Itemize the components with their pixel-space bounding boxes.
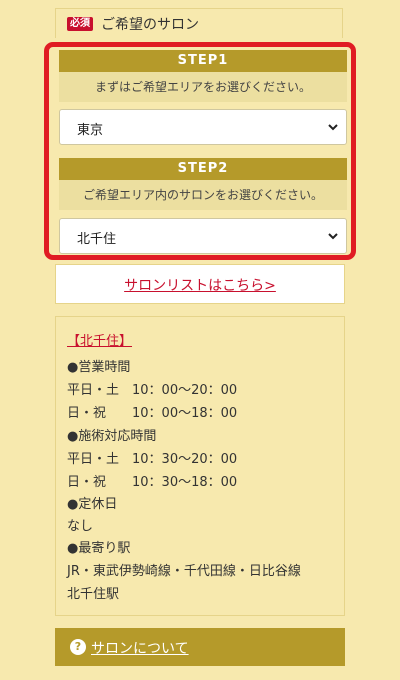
info-line: ●施術対応時間: [67, 429, 157, 444]
area-select[interactable]: 東京: [59, 109, 347, 145]
about-salon-bar[interactable]: ? サロンについて: [55, 628, 345, 666]
salon-select[interactable]: 北千住: [59, 218, 347, 254]
salon-name-title: 【北千住】: [67, 334, 133, 349]
step2-instruction: ご希望エリア内のサロンをお選びください。: [59, 180, 347, 210]
info-line: ●営業時間: [67, 360, 131, 375]
salon-list-link[interactable]: サロンリストはこちら>: [56, 275, 344, 295]
info-line: 日・祝 10：00〜18：00: [67, 406, 238, 421]
step1-instruction: まずはご希望エリアをお選びください。: [59, 72, 347, 102]
info-line: 日・祝 10：30〜18：00: [67, 475, 238, 490]
salon-field-title: ご希望のサロン: [101, 17, 199, 33]
step2-header: STEP2: [59, 158, 347, 180]
salon-header: 必須 ご希望のサロン: [55, 8, 343, 38]
chevron-down-icon: [328, 124, 338, 131]
chevron-down-icon: [328, 233, 338, 240]
question-icon: ?: [70, 639, 86, 655]
salon-list-box: サロンリストはこちら>: [55, 264, 345, 304]
salon-info-panel: 【北千住】 ●営業時間 平日・土 10：00〜20：00 日・祝 10：00〜1…: [55, 316, 345, 616]
info-line: 北千住駅: [67, 587, 120, 602]
salon-selection-highlight: STEP1 まずはご希望エリアをお選びください。 東京 STEP2 ご希望エリア…: [44, 42, 356, 260]
info-line: ●定休日: [67, 497, 118, 512]
about-salon-link[interactable]: サロンについて: [91, 638, 189, 658]
info-line: なし: [67, 519, 94, 534]
info-line: 平日・土 10：30〜20：00: [67, 452, 238, 467]
salon-select-value: 北千住: [77, 232, 117, 247]
info-line: 平日・土 10：00〜20：00: [67, 383, 238, 398]
info-line: JR・東武伊勢崎線・千代田線・日比谷線: [67, 564, 301, 579]
area-select-value: 東京: [77, 123, 104, 138]
required-badge: 必須: [67, 17, 93, 31]
info-line: ●最寄り駅: [67, 541, 131, 556]
step1-header: STEP1: [59, 50, 347, 72]
